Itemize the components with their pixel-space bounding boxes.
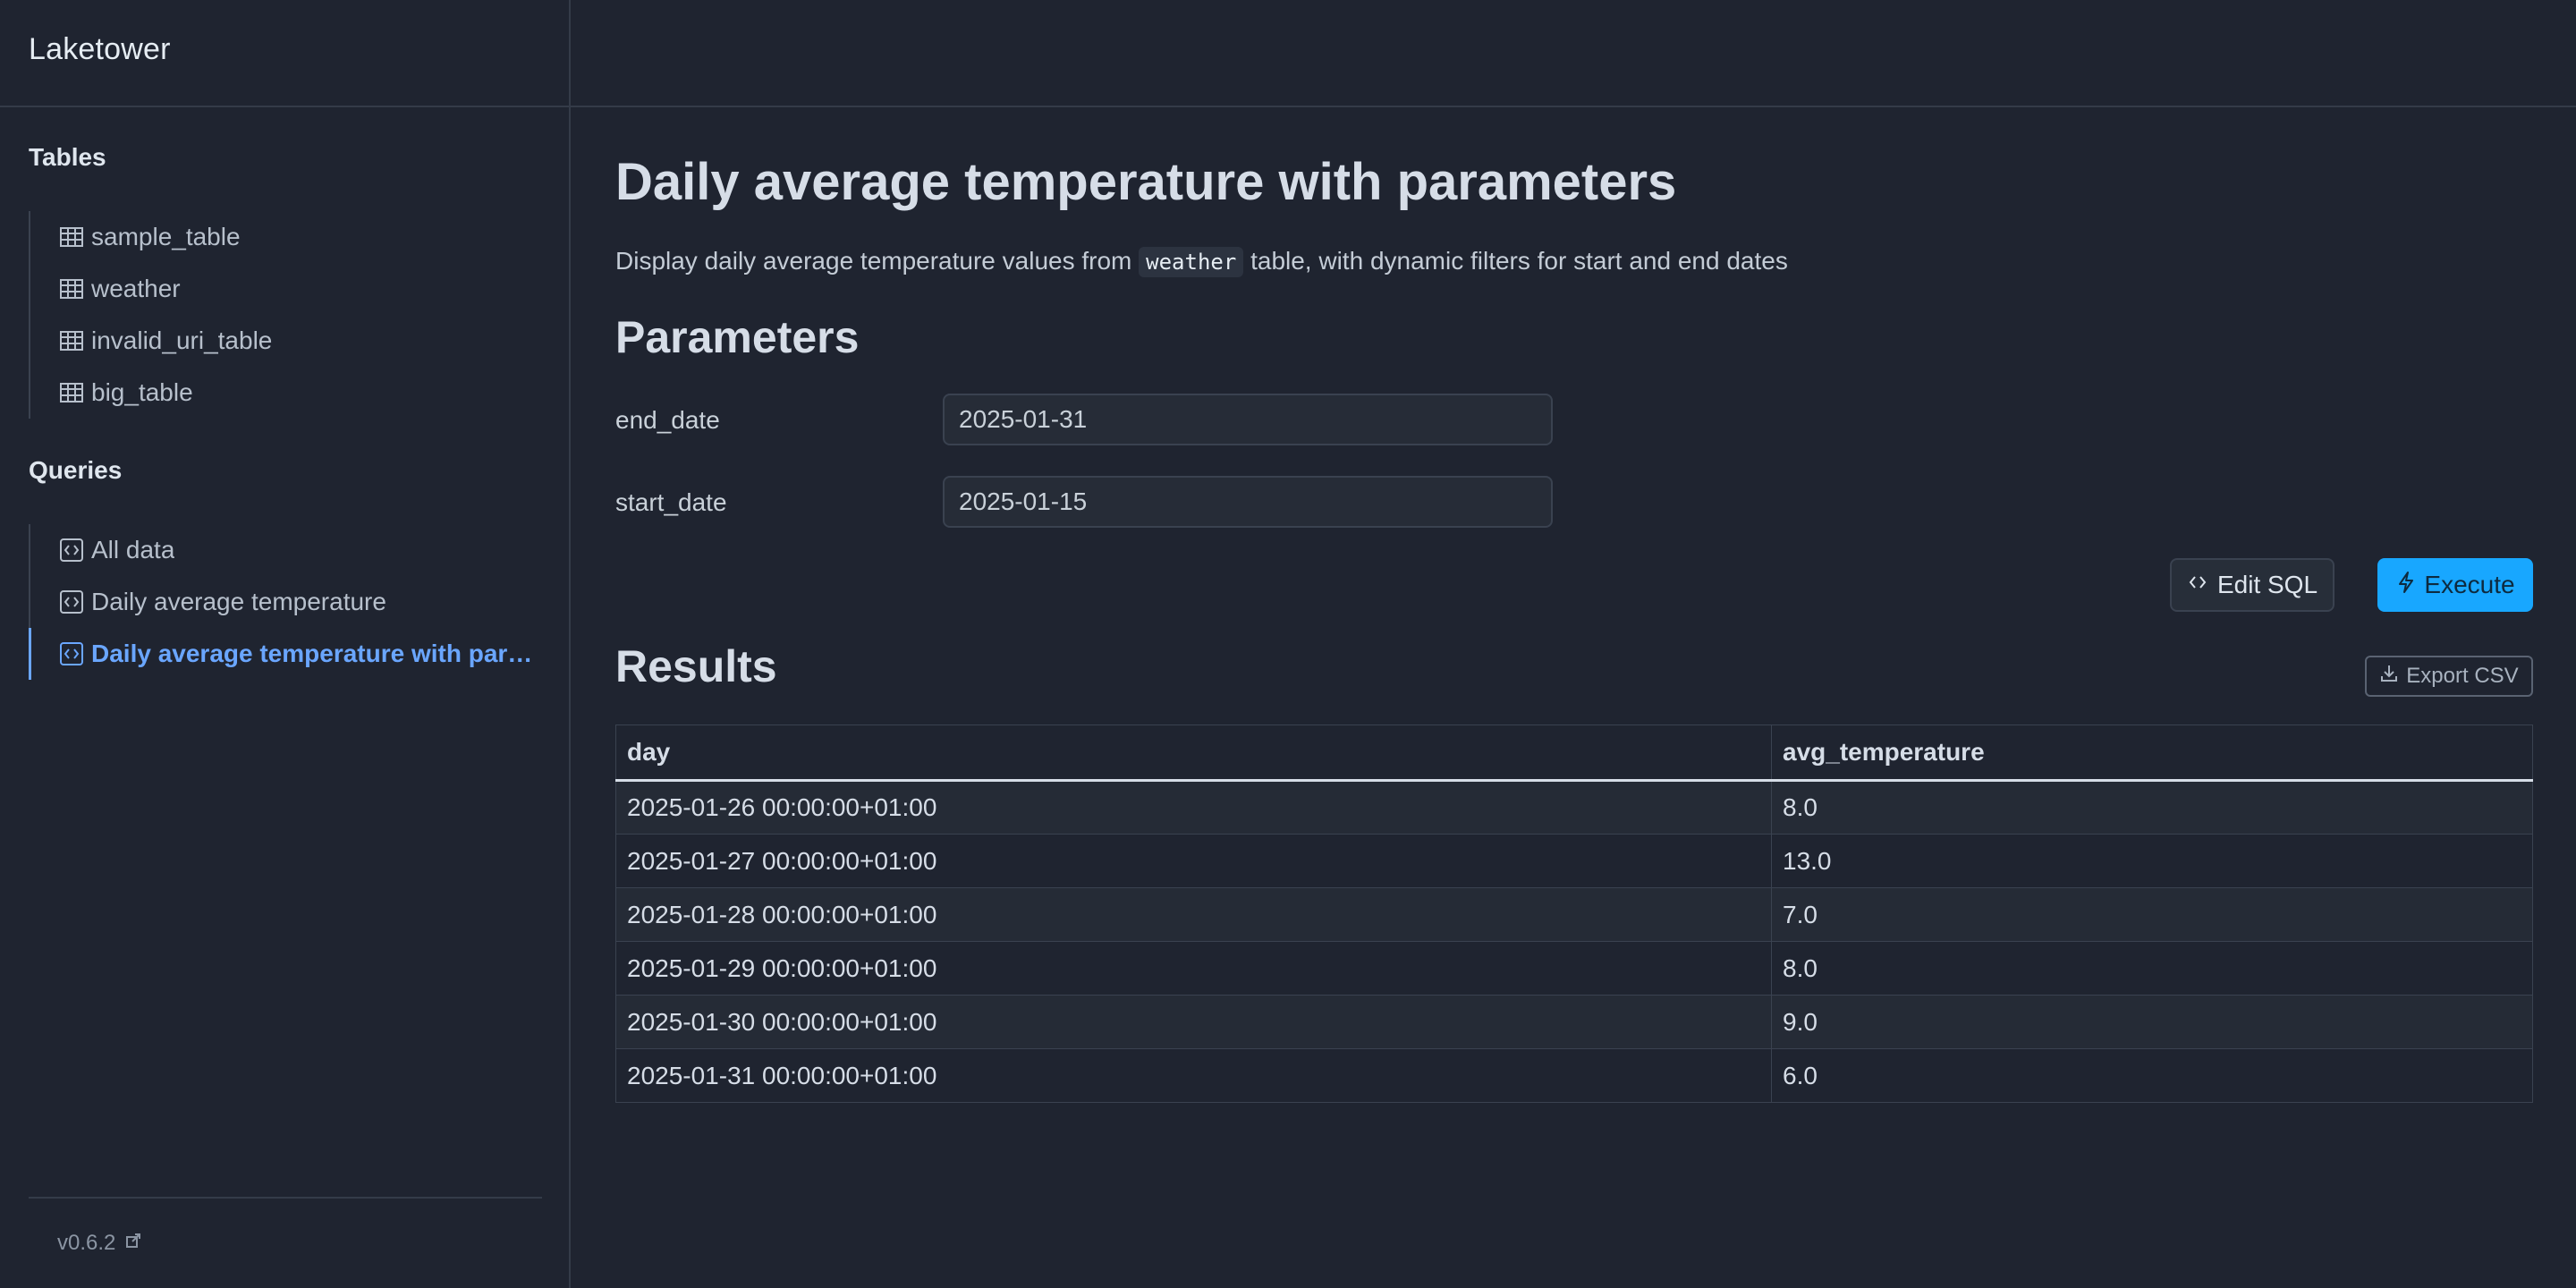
export-csv-label: Export CSV [2406, 664, 2519, 688]
sidebar-item-label: invalid_uri_table [91, 326, 273, 354]
table-row: 2025-01-29 00:00:00+01:00 8.0 [615, 941, 2533, 996]
table-cell: 6.0 [1771, 1048, 2533, 1103]
queries-list: All data Daily average temperature Daily… [29, 524, 544, 680]
execute-label: Execute [2424, 571, 2515, 598]
app-title[interactable]: Laketower [29, 32, 171, 67]
execute-button[interactable]: Execute [2377, 558, 2533, 612]
table-row: 2025-01-28 00:00:00+01:00 7.0 [615, 887, 2533, 942]
sidebar-item-label: Daily average temperature with parameter… [91, 640, 544, 667]
sidebar-item-weather[interactable]: weather [30, 263, 544, 315]
table-cell: 2025-01-26 00:00:00+01:00 [615, 780, 1772, 835]
tables-section-title: Tables [29, 143, 106, 171]
description-table-code: weather [1139, 247, 1244, 277]
sidebar-item-label: weather [91, 275, 181, 302]
table-cell: 2025-01-31 00:00:00+01:00 [615, 1048, 1772, 1103]
sidebar-footer-divider [29, 1197, 542, 1199]
table-row: 2025-01-27 00:00:00+01:00 13.0 [615, 834, 2533, 888]
lightning-icon [2395, 571, 2417, 600]
end-date-input[interactable] [943, 394, 1553, 445]
table-cell: 2025-01-27 00:00:00+01:00 [615, 834, 1772, 888]
table-cell: 13.0 [1771, 834, 2533, 888]
param-label-end-date: end_date [615, 406, 720, 434]
sidebar-item-daily-average-temperature[interactable]: Daily average temperature [30, 576, 544, 628]
code-icon [2187, 571, 2208, 599]
table-cell: 2025-01-28 00:00:00+01:00 [615, 887, 1772, 942]
description-text-before: Display daily average temperature values… [615, 247, 1140, 275]
queries-section-title: Queries [29, 456, 123, 484]
sidebar-item-invalid-uri-table[interactable]: invalid_uri_table [30, 315, 544, 367]
description-text-after: table, with dynamic filters for start an… [1243, 247, 1788, 275]
table-row: 2025-01-26 00:00:00+01:00 8.0 [615, 780, 2533, 835]
table-cell: 9.0 [1771, 995, 2533, 1049]
sidebar-item-big-table[interactable]: big_table [30, 367, 544, 419]
sidebar-item-label: sample_table [91, 223, 241, 250]
table-cell: 7.0 [1771, 887, 2533, 942]
code-icon [59, 641, 84, 666]
sidebar-item-all-data[interactable]: All data [30, 524, 544, 576]
table-header-row: day avg_temperature [615, 724, 2533, 782]
sidebar-item-sample-table[interactable]: sample_table [30, 211, 544, 263]
sidebar-item-label: big_table [91, 378, 193, 406]
table-icon [59, 380, 84, 405]
sidebar-item-daily-average-temperature-with-parameters[interactable]: Daily average temperature with parameter… [29, 628, 544, 680]
query-description: Display daily average temperature values… [615, 247, 1788, 277]
column-header-avg-temperature: avg_temperature [1771, 724, 2533, 782]
table-cell: 8.0 [1771, 780, 2533, 835]
version-label: v0.6.2 [57, 1231, 116, 1255]
tables-list: sample_table weather invalid_uri_table b… [29, 211, 544, 419]
version-link[interactable]: v0.6.2 [57, 1231, 142, 1256]
code-icon [59, 538, 84, 563]
table-cell: 2025-01-30 00:00:00+01:00 [615, 995, 1772, 1049]
sidebar-item-label: Daily average temperature [91, 588, 386, 615]
code-icon [59, 589, 84, 614]
sidebar: Laketower Tables sample_table weather in… [0, 0, 571, 1288]
results-title: Results [615, 641, 777, 691]
edit-sql-button[interactable]: Edit SQL [2170, 558, 2334, 612]
external-link-icon [124, 1231, 142, 1256]
topbar-divider [0, 106, 2576, 107]
table-row: 2025-01-31 00:00:00+01:00 6.0 [615, 1048, 2533, 1103]
edit-sql-label: Edit SQL [2216, 571, 2318, 598]
param-label-start-date: start_date [615, 488, 727, 516]
column-header-day: day [615, 724, 1772, 782]
start-date-input[interactable] [943, 476, 1553, 528]
table-cell: 8.0 [1771, 941, 2533, 996]
sidebar-item-label: All data [91, 536, 175, 564]
parameters-title: Parameters [615, 312, 860, 362]
table-icon [59, 225, 84, 250]
page-title: Daily average temperature with parameter… [615, 153, 1677, 211]
export-csv-button[interactable]: Export CSV [2365, 656, 2533, 697]
table-icon [59, 328, 84, 353]
download-icon [2379, 664, 2399, 690]
table-icon [59, 276, 84, 301]
table-row: 2025-01-30 00:00:00+01:00 9.0 [615, 995, 2533, 1049]
results-table: day avg_temperature 2025-01-26 00:00:00+… [615, 724, 2533, 1103]
table-cell: 2025-01-29 00:00:00+01:00 [615, 941, 1772, 996]
